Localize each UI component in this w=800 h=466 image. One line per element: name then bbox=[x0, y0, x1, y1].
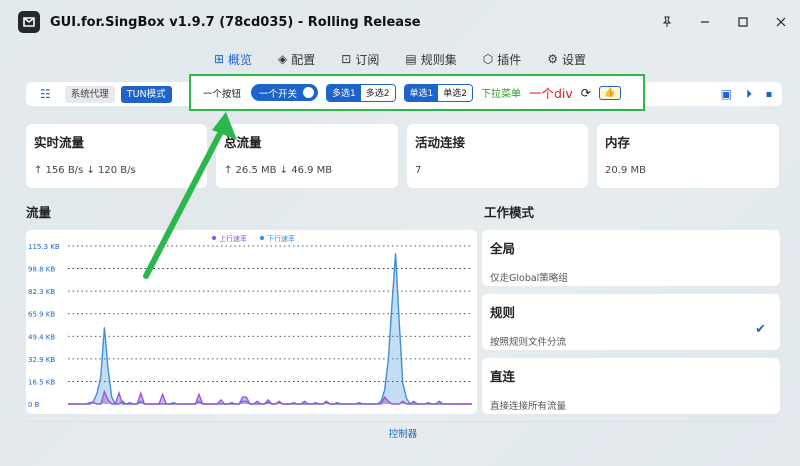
mode-desc: 仅走Global策略组 bbox=[490, 273, 568, 284]
app-window: GUI.for.SingBox v1.9.7 (78cd035) - Rolli… bbox=[0, 0, 800, 466]
mode-direct[interactable]: 直连 直接连接所有流量 bbox=[482, 358, 780, 414]
tab-label: 插件 bbox=[497, 52, 522, 67]
stop-icon[interactable]: ⏹ bbox=[766, 87, 772, 102]
play-icon[interactable]: ⏵ bbox=[746, 87, 752, 102]
tun-mode-button[interactable]: TUN模式 bbox=[120, 85, 172, 103]
card-title: 总流量 bbox=[224, 135, 262, 150]
console-button[interactable]: 控制器 bbox=[389, 426, 418, 440]
layers-icon: ◈ bbox=[278, 52, 288, 66]
pin-icon[interactable] bbox=[648, 0, 686, 44]
title-bar: GUI.for.SingBox v1.9.7 (78cd035) - Rolli… bbox=[0, 0, 800, 44]
close-icon[interactable] bbox=[762, 0, 800, 44]
a-div: 一个div bbox=[528, 86, 573, 101]
check-icon: ✔ bbox=[755, 322, 766, 337]
card-title: 实时流量 bbox=[34, 135, 85, 150]
tab-label: 配置 bbox=[291, 52, 316, 67]
mode-global[interactable]: 全局 仅走Global策略组 bbox=[482, 230, 780, 286]
tab-label: 订阅 bbox=[355, 52, 380, 67]
card-value: ↑ 156 B/s ↓ 120 B/s bbox=[34, 165, 136, 176]
main-nav: ⊞ 概览 ◈ 配置 ⊡ 订阅 ▤ 规则集 ⬡ 插件 ⚙ 设置 bbox=[0, 48, 800, 70]
a-button[interactable]: 一个按钮 bbox=[201, 84, 243, 102]
radio-option-2[interactable]: 单选2 bbox=[438, 84, 472, 101]
legend-label: 上行速率 bbox=[219, 234, 247, 243]
legend-marker bbox=[259, 235, 265, 241]
y-tick-label: 98.8 KB bbox=[28, 266, 55, 274]
radio-option-1[interactable]: 单选1 bbox=[404, 84, 439, 101]
window-title: GUI.for.SingBox v1.9.7 (78cd035) - Rolli… bbox=[50, 14, 421, 30]
traffic-chart-svg: 115.3 KB 98.8 KB 82.3 KB 65.9 KB 49.4 KB 32.9… bbox=[28, 234, 472, 409]
dropdown-menu[interactable]: 下拉菜单 bbox=[481, 85, 521, 100]
y-tick-label: 0 B bbox=[28, 401, 40, 409]
multi-select: 多选1 多选2 bbox=[326, 83, 396, 102]
file-icon: ▤ bbox=[405, 52, 417, 66]
switch-knob bbox=[303, 87, 315, 98]
series-line bbox=[68, 389, 472, 405]
memory-card: 内存 20.9 MB bbox=[597, 124, 779, 188]
work-mode-title: 工作模式 bbox=[484, 205, 535, 220]
total-traffic-card: 总流量 ↑ 26.5 MB ↓ 46.9 MB bbox=[216, 124, 398, 188]
plus-box-icon: ⊡ bbox=[341, 52, 352, 66]
mode-rule[interactable]: 规则 按照规则文件分流 ✔ bbox=[482, 294, 780, 350]
y-tick-label: 82.3 KB bbox=[28, 288, 55, 296]
y-tick-label: 32.9 KB bbox=[28, 356, 55, 364]
grid-icon: ⊞ bbox=[213, 52, 225, 66]
y-tick-label: 49.4 KB bbox=[28, 333, 55, 341]
multi-option-2[interactable]: 多选2 bbox=[360, 84, 395, 101]
cube-icon: ⬡ bbox=[482, 52, 494, 66]
legend-label: 下行速率 bbox=[267, 234, 295, 243]
traffic-section-title: 流量 bbox=[26, 205, 52, 220]
y-tick-label: 65.9 KB bbox=[28, 311, 55, 319]
tab-label: 规则集 bbox=[420, 52, 457, 67]
save-icon[interactable]: ▣ bbox=[721, 87, 732, 101]
tab-label: 设置 bbox=[562, 52, 587, 67]
traffic-chart: 115.3 KB 98.8 KB 82.3 KB 65.9 KB 49.4 KB 32.9… bbox=[26, 230, 477, 414]
window-controls bbox=[648, 0, 800, 44]
tab-settings[interactable]: ⚙ 设置 bbox=[547, 48, 586, 70]
tab-overview[interactable]: ⊞ 概览 bbox=[214, 48, 252, 70]
mode-desc: 按照规则文件分流 bbox=[490, 337, 567, 348]
multi-option-1[interactable]: 多选1 bbox=[327, 84, 361, 101]
tab-plugins[interactable]: ⬡ 插件 bbox=[483, 48, 522, 70]
y-tick-label: 115.3 KB bbox=[28, 243, 60, 251]
card-value: ↑ 26.5 MB ↓ 46.9 MB bbox=[224, 165, 333, 176]
mode-title: 全局 bbox=[490, 241, 516, 256]
tab-rulesets[interactable]: ▤ 规则集 bbox=[405, 48, 456, 70]
card-title: 活动连接 bbox=[415, 135, 466, 150]
tab-label: 概览 bbox=[228, 52, 253, 67]
tab-profiles[interactable]: ◈ 配置 bbox=[278, 48, 315, 70]
tab-subscriptions[interactable]: ⊡ 订阅 bbox=[341, 48, 379, 70]
a-switch[interactable]: 一个开关 bbox=[251, 84, 319, 101]
mode-desc: 直接连接所有流量 bbox=[490, 401, 567, 412]
refresh-icon[interactable]: ⟳ bbox=[581, 86, 591, 100]
card-value: 20.9 MB bbox=[605, 165, 646, 176]
toolbar-actions: ▣ ⏵ ⏹ bbox=[721, 82, 772, 106]
app-logo-icon bbox=[18, 11, 40, 33]
sliders-icon[interactable]: ☷ bbox=[40, 87, 51, 101]
mode-title: 规则 bbox=[490, 305, 516, 320]
radio-group: 单选1 单选2 bbox=[403, 83, 473, 102]
gear-icon: ⚙ bbox=[547, 52, 558, 66]
switch-label: 一个开关 bbox=[259, 88, 298, 100]
realtime-traffic-card: 实时流量 ↑ 156 B/s ↓ 120 B/s bbox=[26, 124, 207, 188]
card-value: 7 bbox=[415, 165, 422, 176]
system-proxy-button[interactable]: 系统代理 bbox=[64, 85, 115, 103]
y-tick-label: 16.5 KB bbox=[28, 378, 55, 386]
minimize-icon[interactable] bbox=[686, 0, 724, 44]
card-title: 内存 bbox=[605, 135, 631, 150]
plugin-components-box: 一个按钮 一个开关 多选1 多选2 单选1 单选2 下拉菜单 一个div ⟳ 👍 bbox=[189, 74, 645, 111]
maximize-icon[interactable] bbox=[724, 0, 762, 44]
active-connections-card[interactable]: 活动连接 7 bbox=[407, 124, 588, 188]
console-bar: 控制器 bbox=[26, 421, 780, 443]
thumbs-up-button[interactable]: 👍 bbox=[598, 85, 621, 100]
mode-title: 直连 bbox=[490, 369, 516, 384]
legend-marker bbox=[211, 235, 217, 241]
